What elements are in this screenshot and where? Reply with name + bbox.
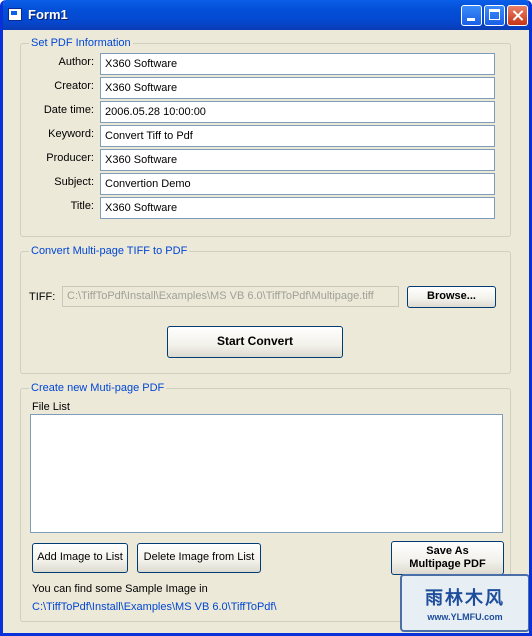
subject-label: Subject:	[54, 176, 94, 188]
sample-path-link[interactable]: C:\TiffToPdf\Install\Examples\MS VB 6.0\…	[32, 601, 277, 613]
watermark-text: 雨林木风	[425, 588, 505, 608]
close-button[interactable]	[507, 5, 528, 26]
author-field[interactable]: X360 Software	[100, 53, 495, 75]
minimize-button[interactable]	[461, 5, 482, 26]
creator-label: Creator:	[54, 80, 94, 92]
window-title: Form1	[28, 7, 68, 22]
sample-info-text: You can find some Sample Image in	[32, 583, 208, 595]
tiff-label: TIFF:	[29, 291, 56, 303]
add-image-button[interactable]: Add Image to List	[32, 543, 128, 573]
author-label: Author:	[58, 56, 94, 68]
save-label-line1: Save As	[426, 545, 469, 557]
keyword-field[interactable]: Convert Tiff to Pdf	[100, 125, 495, 147]
date-time-field[interactable]: 2006.05.28 10:00:00	[100, 101, 495, 123]
title-label: Title:	[70, 200, 94, 212]
tiff-path-field[interactable]: C:\TiffToPdf\Install\Examples\MS VB 6.0\…	[62, 286, 399, 307]
browse-button[interactable]: Browse...	[407, 286, 496, 308]
subject-field[interactable]: Convertion Demo	[100, 173, 495, 195]
app-icon[interactable]	[8, 8, 22, 21]
group-title: Create new Muti-page PDF	[29, 381, 167, 395]
date-time-label: Date time:	[43, 104, 94, 116]
save-multipage-pdf-button[interactable]: Save As Multipage PDF	[391, 541, 504, 575]
delete-image-button[interactable]: Delete Image from List	[137, 543, 261, 573]
form1-window: Form1 Set PDF Information Author: X360 S…	[0, 0, 532, 636]
producer-field[interactable]: X360 Software	[100, 149, 495, 171]
title-bar[interactable]: Form1	[3, 0, 529, 30]
watermark-url: www.YLMFU.com	[427, 612, 503, 622]
group-title: Convert Multi-page TIFF to PDF	[29, 244, 190, 258]
producer-label: Producer:	[46, 152, 94, 164]
watermark-logo: 雨林木风 www.YLMFU.com	[400, 574, 529, 632]
creator-field[interactable]: X360 Software	[100, 77, 495, 99]
title-field[interactable]: X360 Software	[100, 197, 495, 219]
start-convert-button[interactable]: Start Convert	[167, 326, 343, 358]
keyword-label: Keyword:	[48, 128, 94, 140]
group-title: Set PDF Information	[29, 36, 133, 50]
save-label-line2: Multipage PDF	[409, 558, 486, 570]
file-list-box[interactable]	[30, 414, 503, 533]
maximize-button[interactable]	[484, 5, 505, 26]
file-list-label: File List	[32, 401, 70, 413]
